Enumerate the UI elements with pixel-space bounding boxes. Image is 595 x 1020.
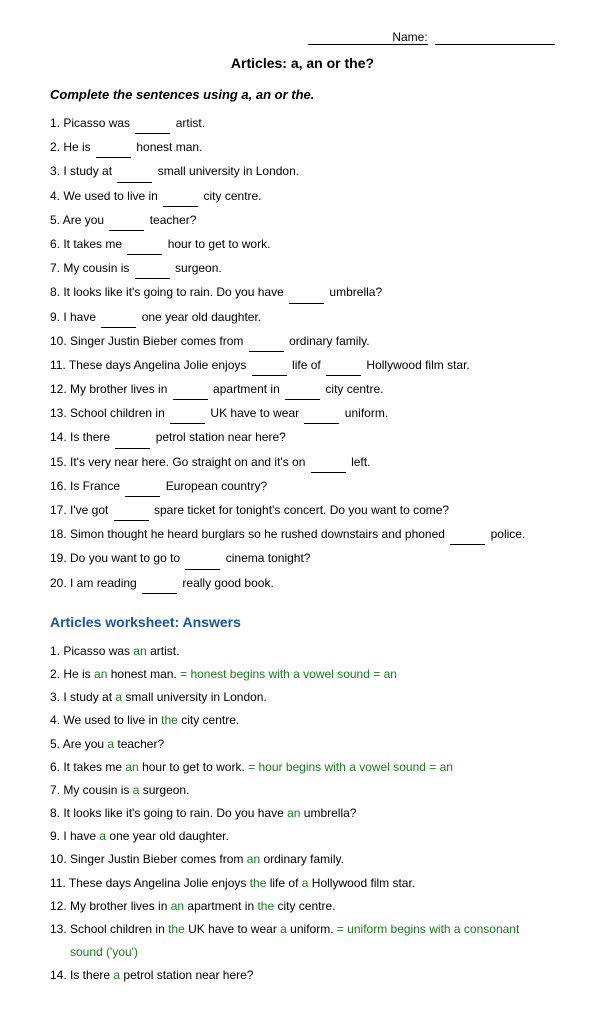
- list-item: He is an honest man. = honest begins wit…: [50, 665, 555, 684]
- blank: [114, 501, 149, 521]
- note-text: = uniform begins with a consonant: [337, 922, 519, 936]
- list-item: It takes me hour to get to work.: [50, 235, 555, 255]
- answer-word: a: [133, 783, 140, 797]
- list-item: I am reading really good book.: [50, 574, 555, 594]
- list-item: Are you a teacher?: [50, 735, 555, 754]
- list-item: I study at a small university in London.: [50, 688, 555, 707]
- list-item: School children in the UK have to wear a…: [50, 920, 555, 939]
- answer-word: an: [125, 760, 138, 774]
- blank: [135, 114, 170, 134]
- answer-word: a: [99, 829, 106, 843]
- answer-word: an: [287, 806, 300, 820]
- list-item: These days Angelina Jolie enjoys the lif…: [50, 874, 555, 893]
- answer-word: the: [257, 899, 274, 913]
- answer-word: a: [113, 968, 120, 982]
- blank: [109, 211, 144, 231]
- list-item: Is there petrol station near here?: [50, 428, 555, 448]
- answer-word: an: [247, 852, 260, 866]
- note-text: = honest begins with a vowel sound = an: [177, 667, 397, 681]
- blank: [252, 356, 287, 376]
- list-item: We used to live in city centre.: [50, 187, 555, 207]
- blank: [311, 453, 346, 473]
- blank: [117, 162, 152, 182]
- list-item: Singer Justin Bieber comes from an ordin…: [50, 850, 555, 869]
- list-item: I study at small university in London.: [50, 162, 555, 182]
- blank: [127, 235, 162, 255]
- blank: [285, 380, 320, 400]
- answer-word: an: [94, 667, 107, 681]
- blank: [304, 404, 339, 424]
- blank: [173, 380, 208, 400]
- answers-list: Picasso was an artist. He is an honest m…: [50, 642, 555, 986]
- list-item: These days Angelina Jolie enjoys life of…: [50, 356, 555, 376]
- name-blank: [435, 30, 555, 45]
- blank: [101, 308, 136, 328]
- list-item: School children in UK have to wear unifo…: [50, 404, 555, 424]
- note-continuation: sound ('you'): [50, 943, 555, 962]
- list-item: It looks like it's going to rain. Do you…: [50, 804, 555, 823]
- answer-word: a: [302, 876, 309, 890]
- list-item: Picasso was an artist.: [50, 642, 555, 661]
- blank: [249, 332, 284, 352]
- blank: [125, 477, 160, 497]
- list-item: Singer Justin Bieber comes from ordinary…: [50, 332, 555, 352]
- blank: [185, 549, 220, 569]
- answer-word: the: [168, 922, 185, 936]
- list-item: My cousin is surgeon.: [50, 259, 555, 279]
- list-item: It looks like it's going to rain. Do you…: [50, 283, 555, 303]
- list-item: We used to live in the city centre.: [50, 711, 555, 730]
- list-item: It takes me an hour to get to work. = ho…: [50, 758, 555, 777]
- sentences-list: Picasso was artist. He is honest man. I …: [50, 114, 555, 594]
- blank: [326, 356, 361, 376]
- name-label: Name:: [308, 30, 428, 45]
- list-item: Is there a petrol station near here?: [50, 966, 555, 985]
- list-item: Picasso was artist.: [50, 114, 555, 134]
- list-item: Simon thought he heard burglars so he ru…: [50, 525, 555, 545]
- name-field: Name:: [50, 30, 555, 45]
- answers-title: Articles worksheet: Answers: [50, 614, 555, 630]
- blank: [96, 138, 131, 158]
- list-item: My brother lives in an apartment in the …: [50, 897, 555, 916]
- blank: [450, 525, 485, 545]
- answer-word: the: [161, 713, 178, 727]
- list-item: I have a one year old daughter.: [50, 827, 555, 846]
- blank: [170, 404, 205, 424]
- blank: [135, 259, 170, 279]
- answer-word: a: [115, 690, 122, 704]
- blank: [289, 283, 324, 303]
- answer-word: an: [133, 644, 146, 658]
- section1-title: Complete the sentences using a, an or th…: [50, 87, 555, 102]
- list-item: It's very near here. Go straight on and …: [50, 453, 555, 473]
- blank: [163, 187, 198, 207]
- note-text: = hour begins with a vowel sound = an: [245, 760, 453, 774]
- list-item: My cousin is a surgeon.: [50, 781, 555, 800]
- main-title: Articles: a, an or the?: [50, 55, 555, 71]
- list-item: He is honest man.: [50, 138, 555, 158]
- list-item: Are you teacher?: [50, 211, 555, 231]
- list-item: Is France European country?: [50, 477, 555, 497]
- answer-word: a: [107, 737, 114, 751]
- blank: [115, 428, 150, 448]
- list-item: I have one year old daughter.: [50, 308, 555, 328]
- answer-word: the: [250, 876, 267, 890]
- answer-word: an: [171, 899, 184, 913]
- list-item: My brother lives in apartment in city ce…: [50, 380, 555, 400]
- blank: [142, 574, 177, 594]
- list-item: Do you want to go to cinema tonight?: [50, 549, 555, 569]
- answer-word: a: [280, 922, 287, 936]
- list-item: I've got spare ticket for tonight's conc…: [50, 501, 555, 521]
